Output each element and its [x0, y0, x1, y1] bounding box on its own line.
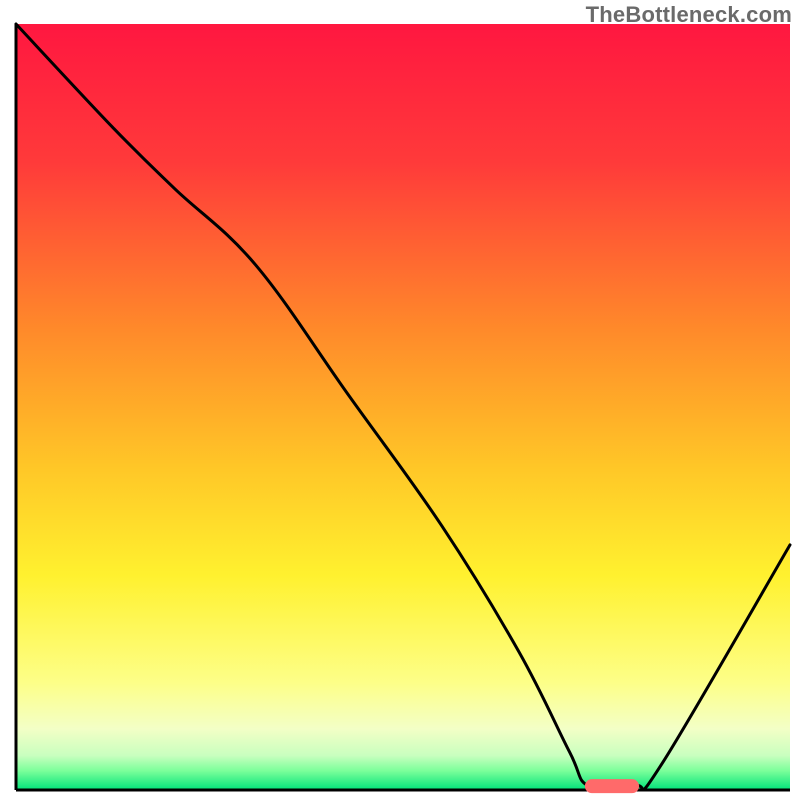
gradient-background [16, 24, 790, 790]
bottleneck-chart: TheBottleneck.com [0, 0, 800, 800]
optimum-marker [585, 779, 639, 793]
plot-svg [0, 0, 800, 800]
